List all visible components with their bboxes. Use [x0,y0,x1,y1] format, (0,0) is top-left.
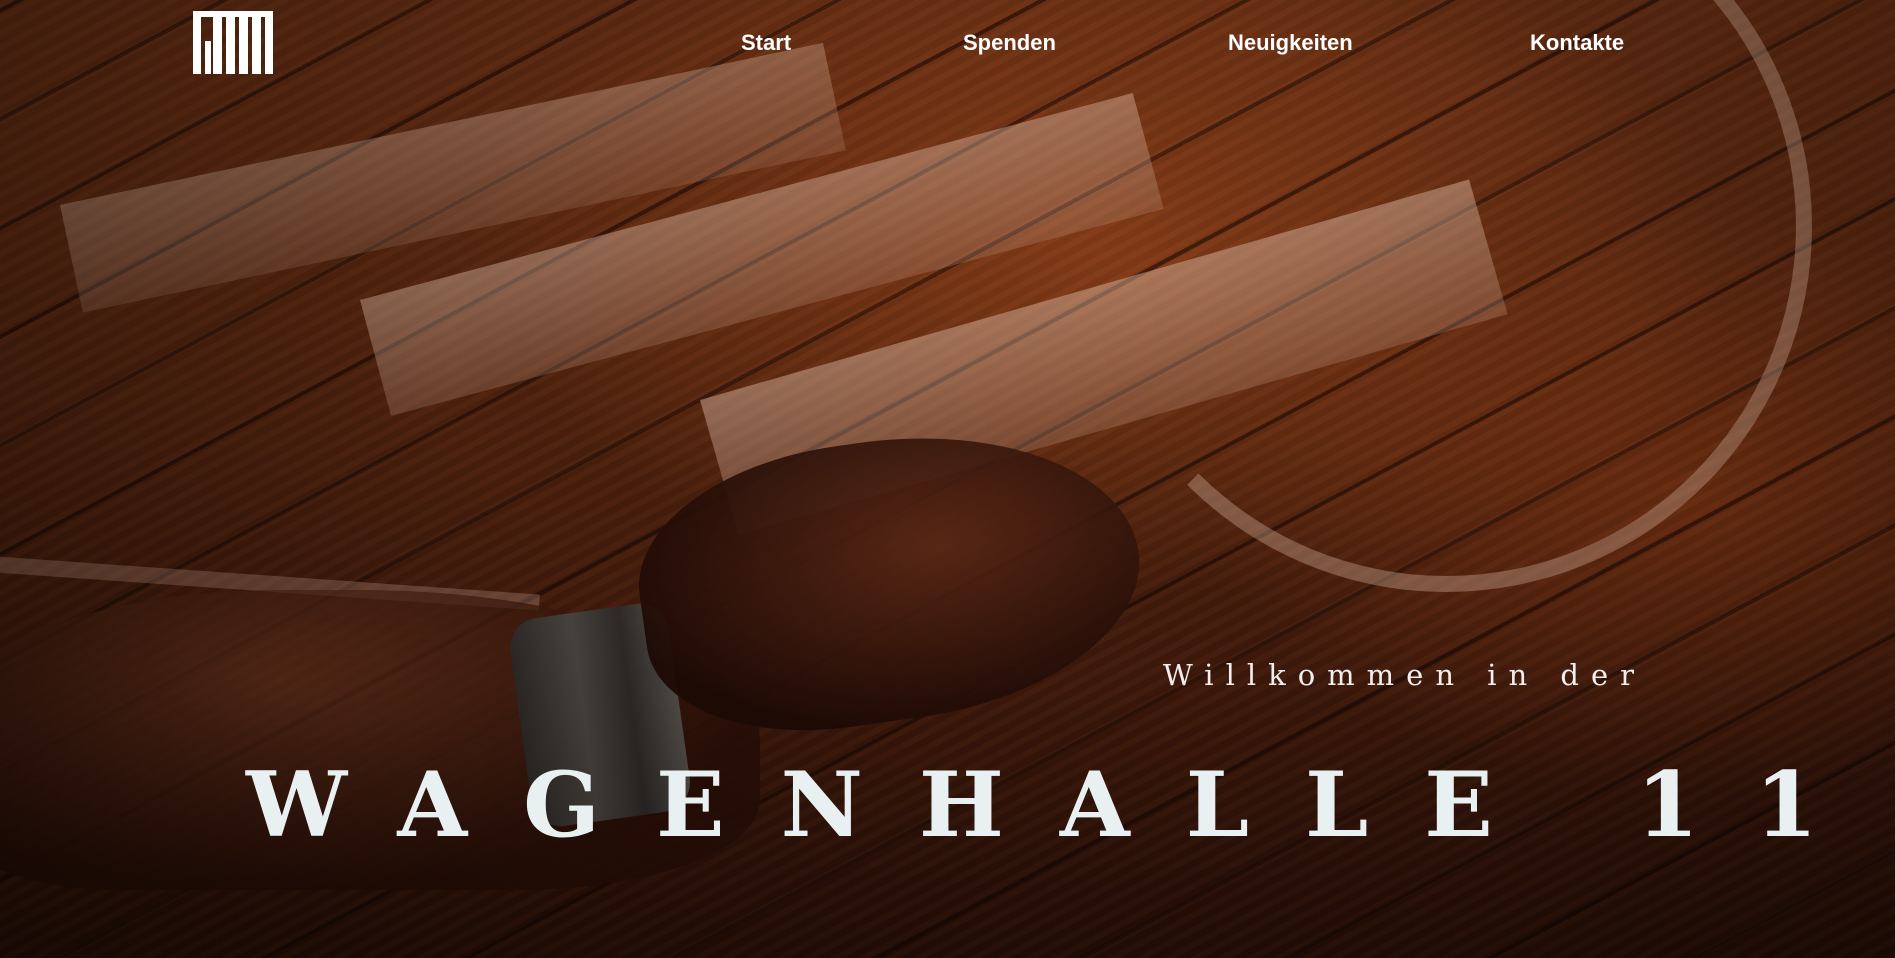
hero-title: WAGENHALLE 11 [246,752,1874,858]
nav-neuigkeiten[interactable]: Neuigkeiten [1228,30,1353,56]
nav-kontakte[interactable]: Kontakte [1530,30,1624,56]
hero-welcome-text: Willkommen in der [1163,658,1646,692]
nav-start[interactable]: Start [741,30,791,56]
hero-section: Start Spenden Neuigkeiten Kontakte Willk… [0,0,1895,958]
nav-spenden[interactable]: Spenden [963,30,1056,56]
main-nav: Start Spenden Neuigkeiten Kontakte [0,30,1895,60]
